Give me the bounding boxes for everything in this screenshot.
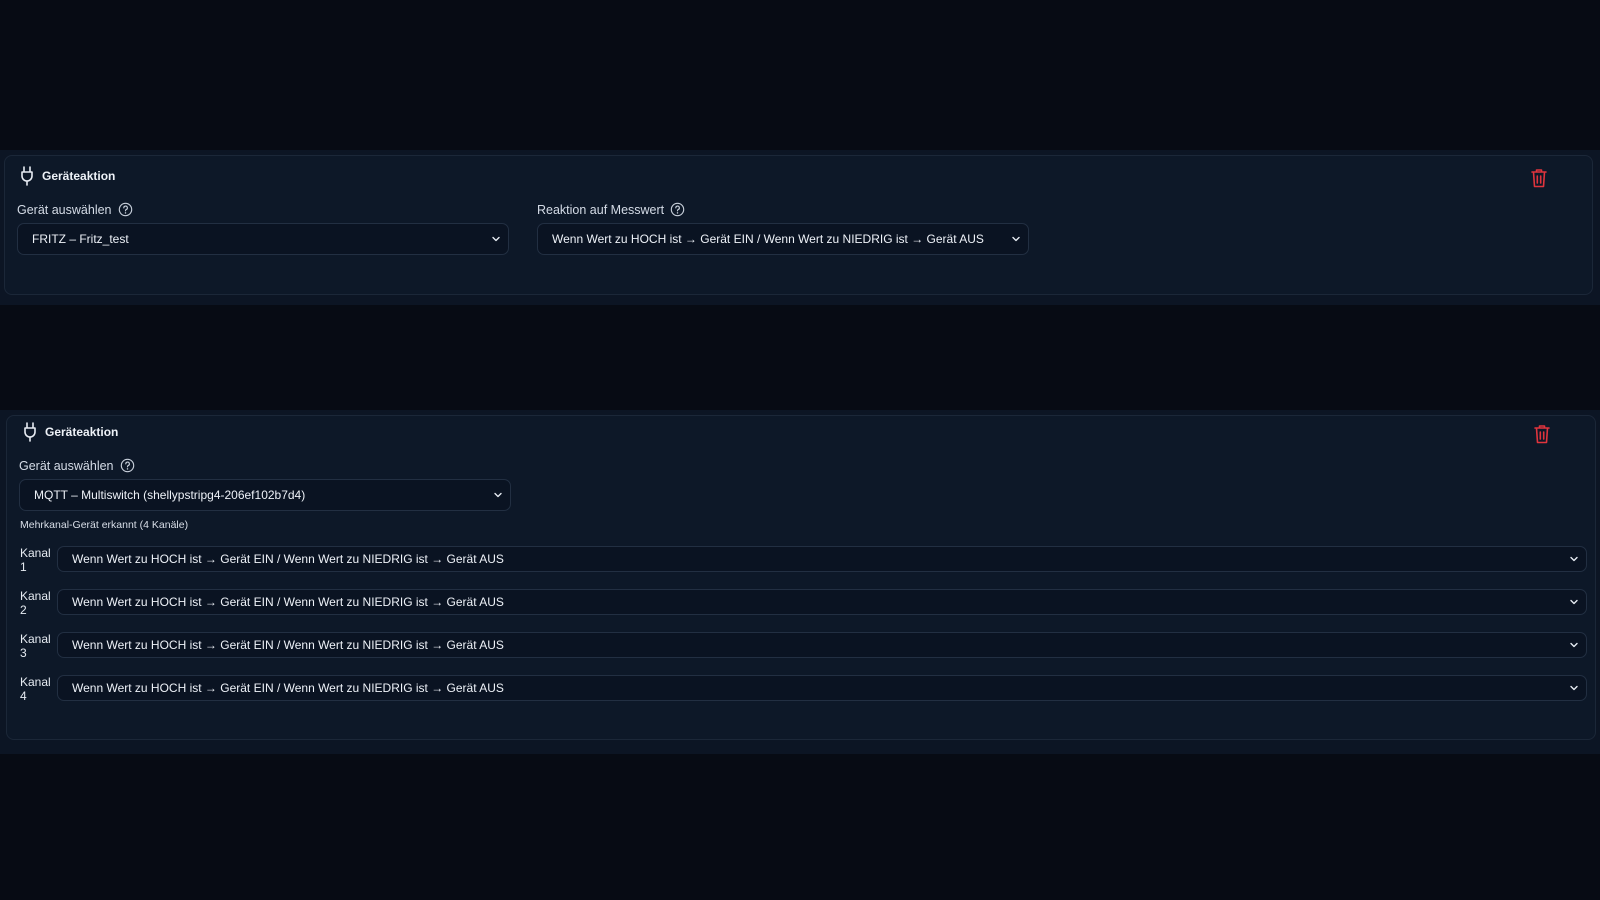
channel-4-label: Kanal 4 [20, 675, 54, 703]
device-select-value: FRITZ – Fritz_test [32, 232, 129, 246]
card-header: Geräteaktion [22, 422, 118, 442]
device-select[interactable]: FRITZ – Fritz_test [17, 223, 509, 255]
channel-3-select[interactable]: Wenn Wert zu HOCH ist → Gerät EIN / Wenn… [57, 632, 1587, 658]
chevron-down-icon [1570, 685, 1578, 691]
channel-label-number: 4 [20, 689, 27, 703]
channel-1-label: Kanal 1 [20, 546, 54, 574]
chevron-down-icon [492, 236, 500, 242]
chevron-down-icon [1570, 642, 1578, 648]
trash-icon [1534, 425, 1550, 444]
device-field-label: Gerät auswählen [19, 458, 135, 473]
help-circle-icon[interactable] [120, 458, 135, 473]
channel-select-value: Wenn Wert zu HOCH ist → Gerät EIN / Wenn… [72, 595, 504, 609]
device-action-card-2: Geräteaktion Gerät auswählen MQTT – Mult… [6, 415, 1596, 740]
device-action-card-1: Geräteaktion Gerät auswählen FRITZ – Fri… [4, 155, 1593, 295]
channel-2-label: Kanal 2 [20, 589, 54, 617]
chevron-down-icon [1012, 236, 1020, 242]
channel-4-select[interactable]: Wenn Wert zu HOCH ist → Gerät EIN / Wenn… [57, 675, 1587, 701]
channel-label-word: Kanal [20, 675, 51, 689]
chevron-down-icon [1570, 599, 1578, 605]
channel-select-value: Wenn Wert zu HOCH ist → Gerät EIN / Wenn… [72, 638, 504, 652]
channel-label-word: Kanal [20, 632, 51, 646]
channel-label-word: Kanal [20, 589, 51, 603]
plug-icon [24, 422, 36, 442]
device-field-label: Gerät auswählen [17, 202, 133, 217]
channel-label-word: Kanal [20, 546, 51, 560]
channel-label-number: 3 [20, 646, 27, 660]
reaction-select[interactable]: Wenn Wert zu HOCH ist → Gerät EIN / Wenn… [537, 223, 1029, 255]
channel-select-value: Wenn Wert zu HOCH ist → Gerät EIN / Wenn… [72, 681, 504, 695]
trash-icon [1531, 169, 1547, 188]
channel-1-select[interactable]: Wenn Wert zu HOCH ist → Gerät EIN / Wenn… [57, 546, 1587, 572]
card-header: Geräteaktion [19, 166, 115, 186]
device-label-text: Gerät auswählen [19, 458, 114, 473]
channel-label-number: 1 [20, 560, 27, 574]
reaction-label-text: Reaktion auf Messwert [537, 202, 665, 217]
reaction-field-label: Reaktion auf Messwert [537, 202, 685, 217]
help-circle-icon[interactable] [118, 202, 133, 217]
channel-3-label: Kanal 3 [20, 632, 54, 660]
card-title: Geräteaktion [45, 425, 119, 439]
device-select-value: MQTT – Multiswitch (shellypstripg4-206ef… [34, 488, 306, 502]
device-select[interactable]: MQTT – Multiswitch (shellypstripg4-206ef… [19, 479, 511, 511]
help-circle-icon[interactable] [670, 202, 685, 217]
channel-label-number: 2 [20, 603, 27, 617]
delete-button[interactable] [1530, 168, 1548, 188]
channel-2-select[interactable]: Wenn Wert zu HOCH ist → Gerät EIN / Wenn… [57, 589, 1587, 615]
reaction-select-value: Wenn Wert zu HOCH ist → Gerät EIN / Wenn… [552, 232, 984, 246]
device-label-text: Gerät auswählen [17, 202, 112, 217]
card-title: Geräteaktion [42, 169, 116, 183]
multichannel-hint: Mehrkanal-Gerät erkannt (4 Kanäle) [20, 519, 189, 531]
plug-icon [21, 166, 33, 186]
chevron-down-icon [1570, 556, 1578, 562]
chevron-down-icon [494, 492, 502, 498]
delete-button[interactable] [1533, 424, 1551, 444]
channel-select-value: Wenn Wert zu HOCH ist → Gerät EIN / Wenn… [72, 552, 504, 566]
